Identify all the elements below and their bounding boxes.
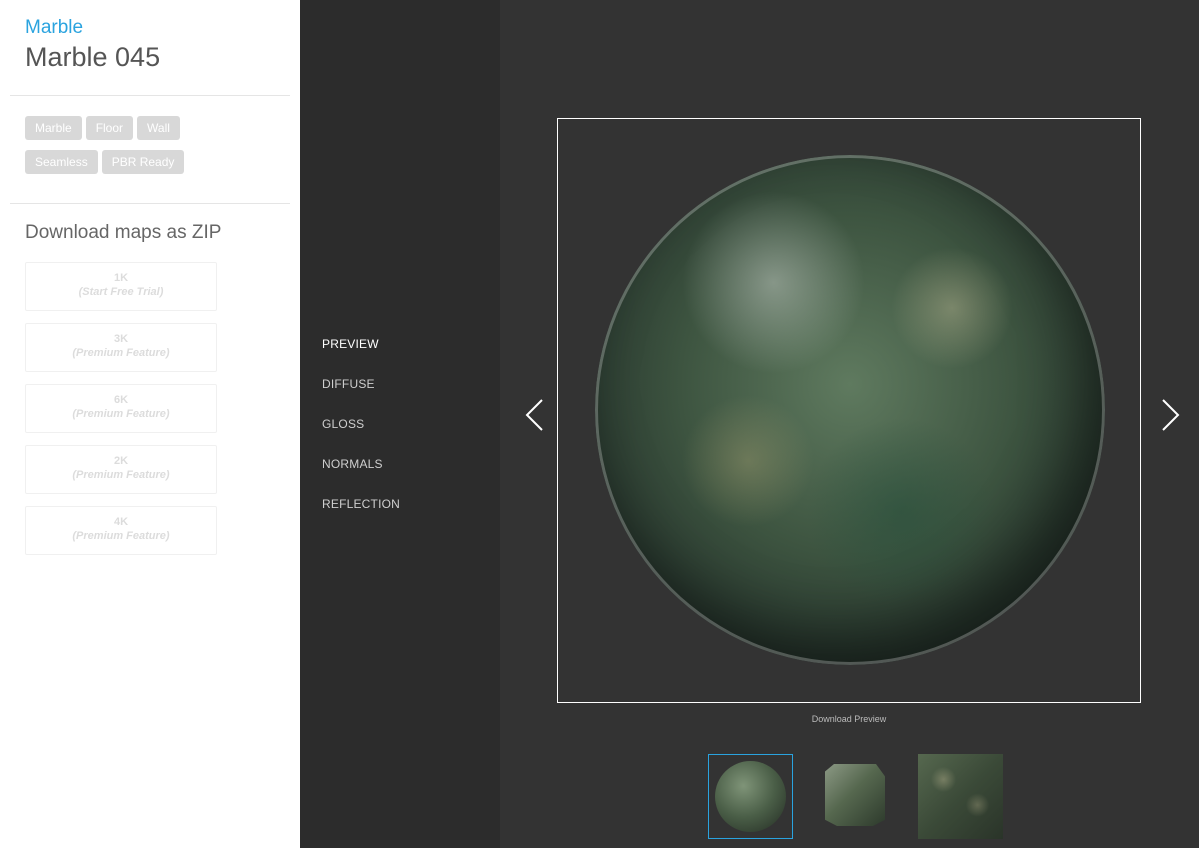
- download-4k-button[interactable]: 4K (Premium Feature): [25, 506, 217, 555]
- sphere-thumbnail-image: [715, 761, 786, 832]
- divider: [10, 203, 290, 204]
- download-resolution: 1K: [113, 272, 129, 284]
- thumbnail-flat[interactable]: [918, 754, 1003, 839]
- download-heading: Download maps as ZIP: [25, 222, 222, 243]
- download-options: 1K (Start Free Trial) 3K (Premium Featur…: [25, 262, 217, 567]
- tag-seamless[interactable]: Seamless: [25, 150, 98, 174]
- thumbnail-sphere[interactable]: [708, 754, 793, 839]
- map-nav: PREVIEW DIFFUSE GLOSS NORMALS REFLECTION: [300, 0, 500, 848]
- preview-image-frame[interactable]: [557, 118, 1141, 703]
- preview-viewer: Download Preview: [500, 0, 1199, 848]
- divider: [10, 95, 290, 96]
- cube-thumbnail-image: [825, 764, 885, 826]
- download-1k-button[interactable]: 1K (Start Free Trial): [25, 262, 217, 311]
- download-resolution: 4K: [113, 516, 129, 528]
- marble-sphere-preview: [595, 155, 1105, 665]
- download-resolution: 2K: [113, 455, 129, 467]
- category-link[interactable]: Marble: [25, 17, 83, 39]
- download-note: (Start Free Trial): [78, 286, 164, 298]
- download-preview-link[interactable]: Download Preview: [557, 714, 1141, 724]
- download-resolution: 3K: [113, 333, 129, 345]
- sidebar: Marble Marble 045 Marble Floor Wall Seamle…: [0, 0, 300, 848]
- download-note: (Premium Feature): [72, 347, 170, 359]
- download-3k-button[interactable]: 3K (Premium Feature): [25, 323, 217, 372]
- page-title: Marble 045: [25, 42, 161, 72]
- map-tab-normals[interactable]: NORMALS: [322, 457, 383, 471]
- tag-list: Marble Floor Wall Seamless PBR Ready: [25, 116, 285, 184]
- tag-floor[interactable]: Floor: [85, 116, 134, 140]
- download-2k-button[interactable]: 2K (Premium Feature): [25, 445, 217, 494]
- download-note: (Premium Feature): [72, 530, 170, 542]
- tag-marble[interactable]: Marble: [25, 116, 82, 140]
- thumbnail-cube[interactable]: [813, 754, 898, 839]
- download-note: (Premium Feature): [72, 469, 170, 481]
- download-note: (Premium Feature): [72, 408, 170, 420]
- map-tab-gloss[interactable]: GLOSS: [322, 417, 364, 431]
- tag-pbr-ready[interactable]: PBR Ready: [101, 150, 185, 174]
- download-resolution: 6K: [113, 394, 129, 406]
- map-tab-preview[interactable]: PREVIEW: [322, 337, 379, 351]
- tag-wall[interactable]: Wall: [137, 116, 180, 140]
- next-arrow-icon[interactable]: [1153, 398, 1187, 432]
- download-6k-button[interactable]: 6K (Premium Feature): [25, 384, 217, 433]
- flat-thumbnail-image: [918, 754, 1003, 839]
- map-tab-diffuse[interactable]: DIFFUSE: [322, 377, 375, 391]
- map-tab-reflection[interactable]: REFLECTION: [322, 497, 400, 511]
- previous-arrow-icon[interactable]: [518, 398, 552, 432]
